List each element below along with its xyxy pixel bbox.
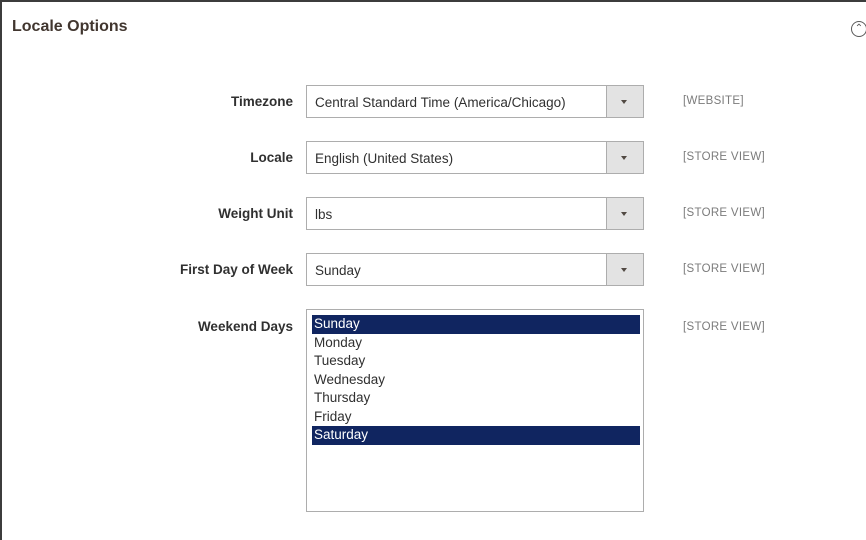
weekend-option[interactable]: Sunday: [312, 315, 640, 334]
chevron-up-circle-icon[interactable]: ⌃: [851, 21, 866, 37]
locale-scope: [STORE VIEW]: [683, 151, 765, 163]
weekend-option[interactable]: Saturday: [312, 426, 640, 445]
weight-unit-label: Weight Unit: [218, 206, 293, 221]
dropdown-arrow-icon[interactable]: [606, 254, 643, 285]
dropdown-arrow-icon[interactable]: [606, 142, 643, 173]
weekend-option[interactable]: Wednesday: [312, 371, 640, 390]
weight-unit-scope: [STORE VIEW]: [683, 207, 765, 219]
locale-select[interactable]: English (United States): [306, 141, 644, 174]
weekend-option[interactable]: Thursday: [312, 389, 640, 408]
first-day-of-week-scope: [STORE VIEW]: [683, 263, 765, 275]
weekend-days-label: Weekend Days: [197, 319, 293, 334]
first-day-of-week-value: Sunday: [315, 263, 361, 278]
weekend-option[interactable]: Tuesday: [312, 352, 640, 371]
locale-value: English (United States): [315, 151, 454, 166]
weight-unit-select[interactable]: lbs: [306, 197, 644, 230]
first-day-of-week-row: First Day of Week Sunday [STORE VIEW]: [2, 253, 866, 287]
weekend-days-row: Weekend Days Sunday Monday Tuesday Wedne…: [2, 309, 866, 512]
weight-unit-row: Weight Unit lbs [STORE VIEW]: [2, 197, 866, 231]
first-day-of-week-label: First Day of Week: [179, 262, 293, 277]
timezone-value: Central Standard Time (America/Chicago): [315, 95, 566, 110]
timezone-label: Timezone: [230, 94, 293, 109]
weekend-days-multiselect[interactable]: Sunday Monday Tuesday Wednesday Thursday…: [306, 309, 644, 512]
locale-label: Locale: [250, 150, 293, 165]
locale-row: Locale English (United States) [STORE VI…: [2, 141, 866, 175]
locale-options-panel: Locale Options ⌃ Timezone Central Standa…: [0, 0, 866, 540]
first-day-of-week-select[interactable]: Sunday: [306, 253, 644, 286]
weekend-option[interactable]: Friday: [312, 408, 640, 427]
dropdown-arrow-icon[interactable]: [606, 198, 643, 229]
timezone-scope: [WEBSITE]: [683, 95, 744, 107]
section-title[interactable]: Locale Options: [12, 18, 128, 36]
timezone-select[interactable]: Central Standard Time (America/Chicago): [306, 85, 644, 118]
weekend-option[interactable]: Monday: [312, 334, 640, 353]
dropdown-arrow-icon[interactable]: [606, 86, 643, 117]
weekend-days-scope: [STORE VIEW]: [683, 321, 765, 333]
weight-unit-value: lbs: [315, 207, 333, 222]
timezone-row: Timezone Central Standard Time (America/…: [2, 85, 866, 119]
